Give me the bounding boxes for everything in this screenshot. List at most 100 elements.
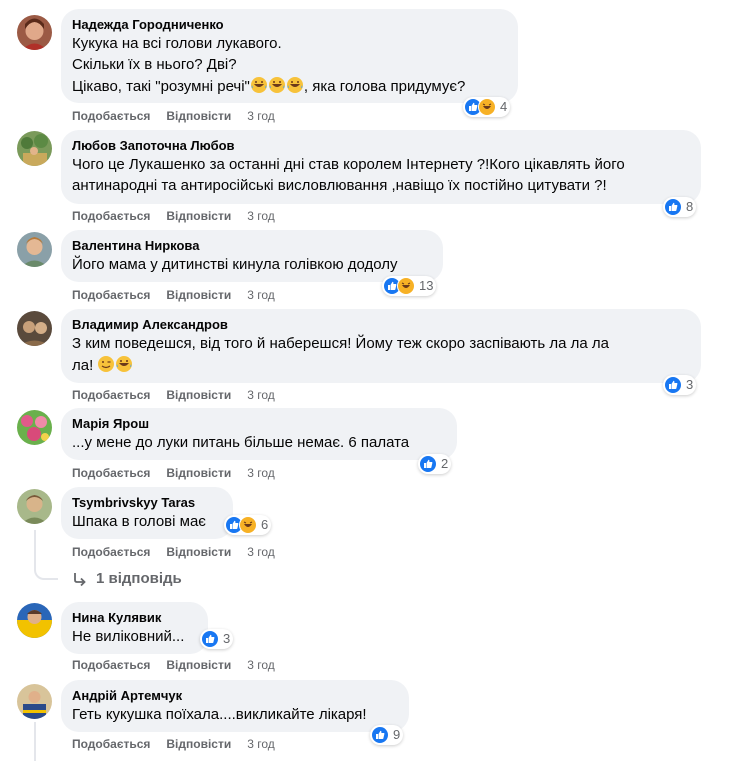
timestamp[interactable]: 3 год xyxy=(247,465,275,481)
reactions-summary[interactable]: 4 xyxy=(463,97,511,117)
avatar[interactable] xyxy=(17,603,52,638)
reply-button[interactable]: Відповісти xyxy=(166,287,231,303)
reply-button[interactable]: Відповісти xyxy=(166,208,231,224)
timestamp[interactable]: 3 год xyxy=(247,208,275,224)
comment-actions: Подобається Відповісти 3 год xyxy=(72,544,291,560)
comment-text-line: Цікаво, такі "розумні речі" , яка голова … xyxy=(72,76,506,97)
comment-bubble: Любов Запоточна Любов Чого це Лукашенко … xyxy=(61,130,701,204)
like-button[interactable]: Подобається xyxy=(72,544,150,560)
haha-reaction-icon xyxy=(478,98,496,116)
timestamp[interactable]: 3 год xyxy=(247,387,275,403)
comment-author[interactable]: Нина Кулявик xyxy=(72,610,196,626)
like-reaction-icon xyxy=(371,726,389,744)
avatar[interactable] xyxy=(17,131,52,166)
reaction-count: 6 xyxy=(261,517,269,532)
comment-author[interactable]: Валентина Ниркова xyxy=(72,238,431,254)
comment-text-line: Його мама у дитинстві кинула голівкою до… xyxy=(72,256,398,273)
comment-author[interactable]: Владимир Александров xyxy=(72,317,689,333)
reaction-count: 3 xyxy=(686,377,694,392)
reply-button[interactable]: Відповісти xyxy=(166,387,231,403)
comment-text-line: Геть кукушка поїхала....викликайте лікар… xyxy=(72,706,367,723)
reply-button[interactable]: Відповісти xyxy=(166,736,231,752)
comment-text-line: антинародні та антиросійські висловлюван… xyxy=(72,177,607,194)
reaction-count: 3 xyxy=(223,631,231,646)
avatar[interactable] xyxy=(17,15,52,50)
comment-text-line: ла! xyxy=(72,355,689,376)
thread-line xyxy=(34,722,36,761)
reaction-count: 4 xyxy=(500,99,508,114)
like-button[interactable]: Подобається xyxy=(72,736,150,752)
laughing-emoji-icon xyxy=(250,77,304,95)
comment-text-line: Скільки їх в нього? Дві? xyxy=(72,56,237,73)
comment-actions: Подобається Відповісти 3 год xyxy=(72,108,291,124)
haha-reaction-icon xyxy=(239,516,257,534)
comment-text-line: Шпака в голові має xyxy=(72,513,206,530)
timestamp[interactable]: 3 год xyxy=(247,544,275,560)
timestamp[interactable]: 3 год xyxy=(247,287,275,303)
haha-reaction-icon xyxy=(397,277,415,295)
comment-text-line: Не виліковний... xyxy=(72,628,185,645)
reactions-summary[interactable]: 13 xyxy=(382,276,437,296)
thread-line xyxy=(34,530,36,564)
like-button[interactable]: Подобається xyxy=(72,387,150,403)
comment-actions: Подобається Відповісти 3 год xyxy=(72,465,291,481)
reply-button[interactable]: Відповісти xyxy=(166,108,231,124)
comment-author[interactable]: Марія Ярош xyxy=(72,416,445,432)
reactions-summary[interactable]: 8 xyxy=(663,197,697,217)
reactions-summary[interactable]: 3 xyxy=(663,375,697,395)
avatar[interactable] xyxy=(17,410,52,445)
reaction-count: 9 xyxy=(393,727,401,742)
avatar[interactable] xyxy=(17,311,52,346)
timestamp[interactable]: 3 год xyxy=(247,657,275,673)
like-reaction-icon xyxy=(664,376,682,394)
comment-bubble: Марія Ярош ...у мене до луки питань біль… xyxy=(61,408,457,460)
view-replies-link[interactable]: 1 відповідь xyxy=(72,570,182,587)
like-reaction-icon xyxy=(201,630,219,648)
like-button[interactable]: Подобається xyxy=(72,208,150,224)
laughing-emoji-icon xyxy=(115,356,133,374)
reactions-summary[interactable]: 6 xyxy=(224,515,272,535)
reaction-count: 2 xyxy=(441,456,449,471)
comment-actions: Подобається Відповісти 3 год xyxy=(72,287,291,303)
like-reaction-icon xyxy=(419,455,437,473)
comment-author[interactable]: Tsymbrivskyy Taras xyxy=(72,495,221,511)
comment-actions: Подобається Відповісти 3 год xyxy=(72,736,291,752)
avatar[interactable] xyxy=(17,232,52,267)
avatar[interactable] xyxy=(17,684,52,719)
like-button[interactable]: Подобається xyxy=(72,108,150,124)
reply-button[interactable]: Відповісти xyxy=(166,544,231,560)
reactions-summary[interactable]: 3 xyxy=(200,629,234,649)
comment-bubble: Нина Кулявик Не виліковний... xyxy=(61,602,208,654)
like-reaction-icon xyxy=(664,198,682,216)
like-button[interactable]: Подобається xyxy=(72,465,150,481)
comment-bubble: Владимир Александров З ким поведешся, ві… xyxy=(61,309,701,383)
reaction-count: 8 xyxy=(686,199,694,214)
comment-author[interactable]: Надежда Городниченко xyxy=(72,17,506,33)
reply-arrow-icon xyxy=(74,572,86,586)
replies-label[interactable]: 1 відповідь xyxy=(96,570,182,587)
like-button[interactable]: Подобається xyxy=(72,657,150,673)
comment-actions: Подобається Відповісти 3 год xyxy=(72,387,291,403)
timestamp[interactable]: 3 год xyxy=(247,736,275,752)
reply-button[interactable]: Відповісти xyxy=(166,465,231,481)
like-button[interactable]: Подобається xyxy=(72,287,150,303)
comment-text-segment: ла! xyxy=(72,357,98,374)
comment-text-segment: Цікаво, такі "розумні речі" xyxy=(72,78,250,95)
avatar[interactable] xyxy=(17,489,52,524)
comment-bubble: Валентина Ниркова Його мама у дитинстві … xyxy=(61,230,443,282)
comment-text-line: З ким поведешся, від того й наберешся! Й… xyxy=(72,335,610,352)
timestamp[interactable]: 3 год xyxy=(247,108,275,124)
comment-text-line: ...у мене до луки питань більше немає. 6… xyxy=(72,434,410,451)
comment-actions: Подобається Відповісти 3 год xyxy=(72,657,291,673)
reply-button[interactable]: Відповісти xyxy=(166,657,231,673)
reactions-summary[interactable]: 9 xyxy=(370,725,404,745)
comment-bubble: Андрій Артемчук Геть кукушка поїхала....… xyxy=(61,680,409,732)
reaction-count: 13 xyxy=(419,278,434,293)
comment-author[interactable]: Любов Запоточна Любов xyxy=(72,138,689,154)
reactions-summary[interactable]: 2 xyxy=(418,454,452,474)
comment-actions: Подобається Відповісти 3 год xyxy=(72,208,291,224)
comment-author[interactable]: Андрій Артемчук xyxy=(72,688,397,704)
comment-text-line: Чого це Лукашенко за останні дні став ко… xyxy=(72,156,625,173)
thread-connector xyxy=(34,562,58,580)
comment-text-segment: , яка голова придумує? xyxy=(303,78,466,95)
